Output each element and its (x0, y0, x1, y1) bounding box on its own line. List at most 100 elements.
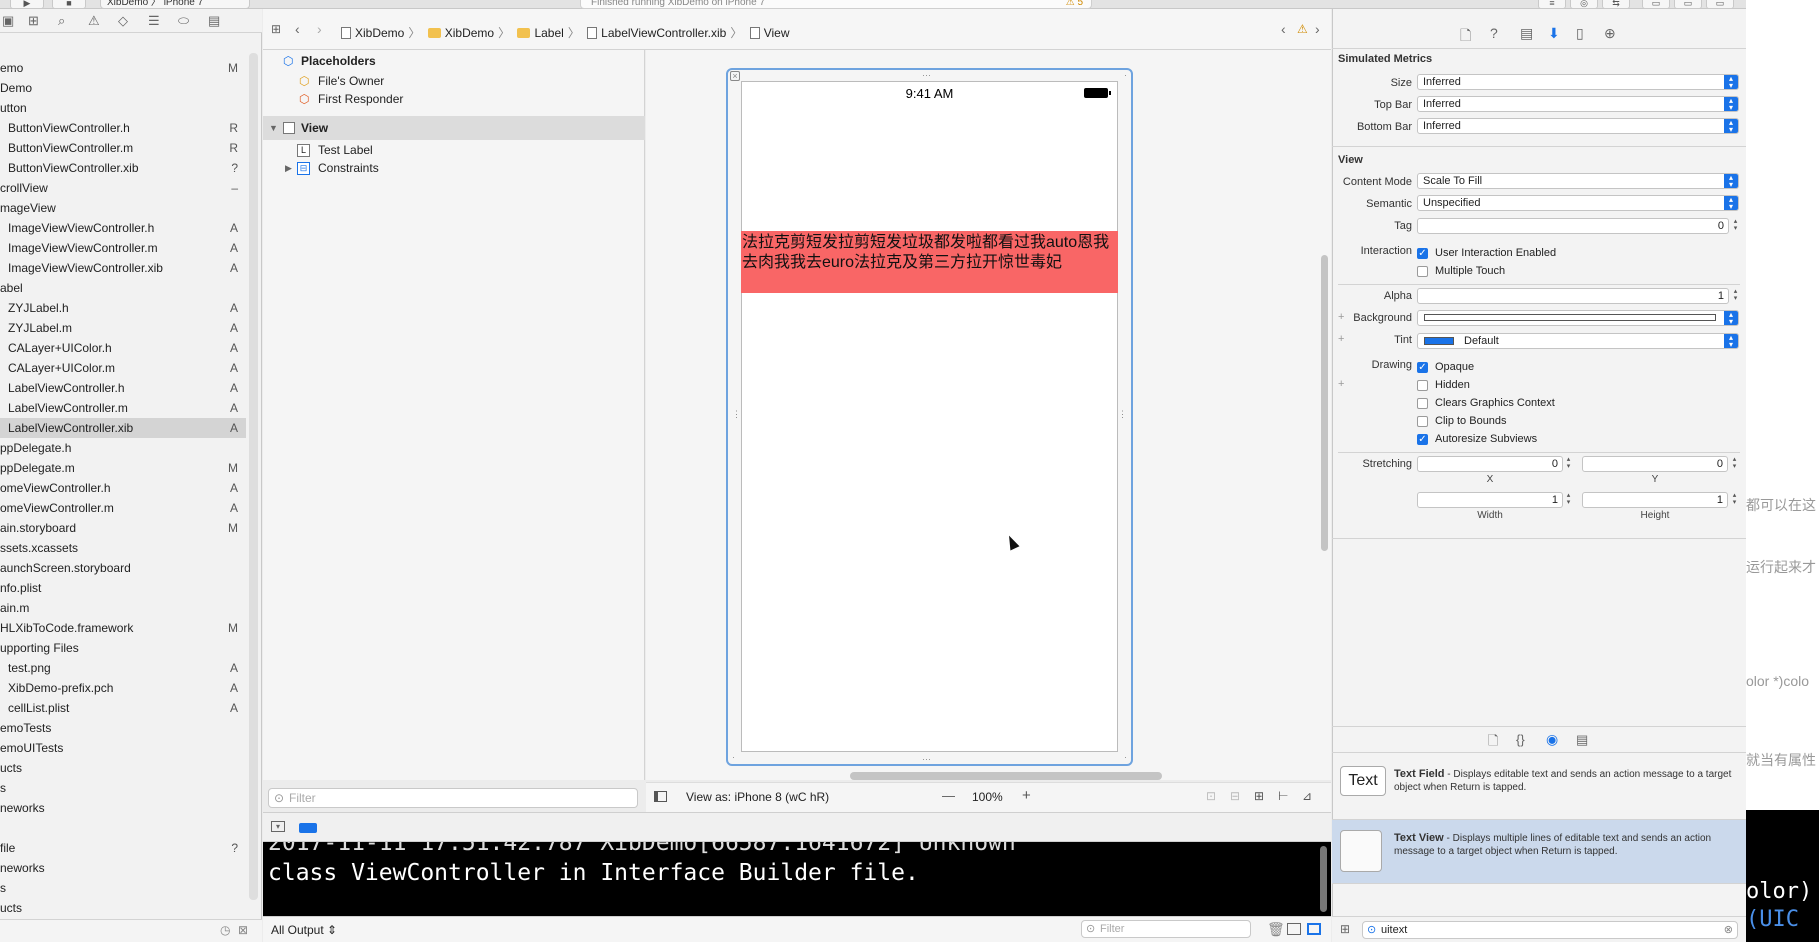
toggle-inspector-button[interactable]: ▭ (1706, 0, 1734, 9)
breadcrumb-group[interactable]: XibDemo (427, 26, 494, 40)
navigator-item[interactable]: ButtonViewController.xib? (0, 158, 246, 178)
file-template-icon[interactable]: 🗋 (1488, 732, 1498, 754)
semantic-popup[interactable]: Unspecified ▴ ▾ (1417, 195, 1739, 211)
alpha-field[interactable]: 1 (1417, 288, 1729, 304)
breadcrumb-label-group[interactable]: Label (517, 26, 564, 40)
zoom-in-button[interactable]: + (1022, 787, 1031, 804)
navigator-item[interactable]: ImageViewViewController.xib A (0, 258, 246, 278)
outline-filter-input[interactable]: ⊙ Filter (268, 788, 638, 808)
recent-files-icon[interactable]: ◷ (220, 923, 230, 937)
stretch-height-stepper[interactable]: ▴ ▾ (1730, 492, 1739, 508)
outline-placeholders[interactable]: ⬡ Placeholders (263, 51, 645, 71)
navigator-item[interactable] (0, 818, 246, 838)
report-icon[interactable]: ▤ (208, 13, 220, 29)
media-library-icon[interactable]: ▤ (1576, 732, 1588, 748)
navigator-item[interactable]: ppDelegate.h (0, 438, 246, 458)
grid-view-icon[interactable]: ⊞ (1340, 922, 1350, 936)
navigator-item[interactable]: ImageViewViewController.h A (0, 218, 246, 238)
console-output[interactable]: 2017-11-11 17:51:42.787 XibDemo[66587:16… (263, 842, 1331, 916)
navigator-item[interactable]: LabelViewController.h A (0, 378, 246, 398)
source-control-icon[interactable]: ⊞ (28, 13, 39, 29)
forward-icon[interactable]: › (317, 21, 322, 37)
breadcrumb-view[interactable]: View (749, 26, 790, 40)
navigator-item[interactable]: ButtonViewController.h R (0, 118, 246, 138)
test-label[interactable]: 法拉克剪短发拉剪短发垃圾都发啦都看过我auto恩我去肉我我去euro法拉克及第三… (741, 231, 1118, 293)
navigator-item[interactable]: ssets.xcassets (0, 538, 246, 558)
canvas-horizontal-scrollbar[interactable] (850, 772, 1162, 780)
navigator-item[interactable]: omeViewController.h A (0, 478, 246, 498)
navigator-item[interactable]: file? (0, 838, 246, 858)
embed-stack-icon[interactable]: ⊟ (1230, 789, 1240, 803)
tint-color-popup[interactable]: Default ▴ ▾ (1417, 333, 1739, 349)
code-snippet-icon[interactable]: {} (1516, 732, 1525, 747)
close-icon[interactable]: × (730, 71, 740, 81)
navigator-item[interactable]: ImageViewViewController.m A (0, 238, 246, 258)
breakpoint-icon[interactable]: ⬭ (178, 13, 189, 29)
warning-icon[interactable]: ⚠ 5 (1066, 0, 1083, 8)
navigator-item[interactable]: utton (0, 98, 246, 118)
related-items-icon[interactable]: ⊞ (271, 22, 281, 36)
hidden-checkbox[interactable] (1417, 380, 1428, 391)
zoom-out-button[interactable]: — (942, 788, 955, 803)
resolve-issues-icon[interactable]: ⊿ (1302, 789, 1312, 803)
output-selector[interactable]: All Output ⇕ (271, 923, 337, 937)
library-item[interactable]: Text View - Displays multiple lines of e… (1332, 820, 1746, 884)
user-interaction-checkbox[interactable]: ✓ (1417, 248, 1428, 259)
outline-first-responder[interactable]: ⬡ First Responder (263, 89, 645, 109)
device-screen[interactable] (741, 81, 1118, 752)
editor-assistant-button[interactable]: ◎ (1570, 0, 1598, 9)
resize-handle-bottom[interactable]: ··· (922, 755, 931, 764)
stretch-height-field[interactable]: 1 (1582, 492, 1728, 508)
size-popup[interactable]: Inferred ▴ ▾ (1417, 74, 1739, 90)
top-bar-popup[interactable]: Inferred ▴ ▾ (1417, 96, 1739, 112)
disclosure-open-icon[interactable]: ▼ (269, 116, 278, 140)
navigator-item[interactable]: ppDelegate.m M (0, 458, 246, 478)
clip-bounds-checkbox[interactable] (1417, 416, 1428, 427)
alpha-stepper[interactable]: ▴ ▾ (1731, 288, 1740, 304)
scheme-selector[interactable]: XibDemo 〉 iPhone 7 (100, 0, 250, 9)
navigator-item[interactable]: upporting Files (0, 638, 246, 658)
tag-stepper[interactable]: ▴ ▾ (1731, 218, 1740, 234)
navigator-item[interactable]: emoTests (0, 718, 246, 738)
navigator-item[interactable]: neworks (0, 858, 246, 878)
stretch-width-field[interactable]: 1 (1417, 492, 1563, 508)
previous-issue-icon[interactable]: ‹ (1281, 21, 1286, 37)
navigator-item[interactable]: abel (0, 278, 246, 298)
stretch-x-field[interactable]: 0 (1417, 456, 1563, 472)
variables-view-icon[interactable] (1287, 923, 1301, 935)
navigator-item[interactable]: aunchScreen.storyboard (0, 558, 246, 578)
background-color-popup[interactable]: ▴ ▾ (1417, 310, 1739, 326)
toggle-navigator-button[interactable]: ▭ (1642, 0, 1670, 9)
resize-handle-top-right[interactable]: · (1124, 71, 1127, 80)
quick-help-icon[interactable]: ? (1490, 25, 1498, 41)
run-button[interactable]: ▶ (10, 0, 44, 9)
navigator-item[interactable]: emo M (0, 58, 246, 78)
debug-icon[interactable]: ☰ (148, 13, 160, 29)
update-frames-icon[interactable]: ⊡ (1206, 789, 1216, 803)
tag-field[interactable]: 0 (1417, 218, 1729, 234)
navigator-item[interactable]: cellList.plist A (0, 698, 246, 718)
breadcrumb-project[interactable]: XibDemo (341, 26, 404, 40)
navigator-item[interactable]: ucts (0, 898, 246, 918)
navigator-item[interactable]: crollView – (0, 178, 246, 198)
navigator-item[interactable]: nfo.plist (0, 578, 246, 598)
resize-handle-top[interactable]: ··· (922, 71, 931, 80)
opaque-checkbox[interactable]: ✓ (1417, 362, 1428, 373)
navigator-item[interactable]: XibDemo-prefix.pch A (0, 678, 246, 698)
align-icon[interactable]: ⊞ (1254, 789, 1264, 803)
issue-icon[interactable]: ⚠ (88, 13, 100, 29)
next-issue-icon[interactable]: › (1315, 21, 1320, 37)
breadcrumb-xib[interactable]: LabelViewController.xib (587, 26, 726, 40)
resize-handle-left[interactable]: ⋮ (732, 410, 741, 419)
navigator-item[interactable]: neworks (0, 798, 246, 818)
console-view-icon[interactable] (1307, 923, 1321, 935)
navigator-item[interactable]: LabelViewController.m A (0, 398, 246, 418)
navigator-item[interactable]: s (0, 878, 246, 898)
editor-standard-button[interactable]: ≡ (1538, 0, 1566, 9)
navigator-item[interactable]: emoUITests (0, 738, 246, 758)
toggle-outline-icon[interactable] (654, 791, 667, 802)
resize-handle-bottom-left[interactable]: · (732, 753, 735, 762)
library-search-input[interactable]: ⊙ uitext ⊗ (1362, 921, 1738, 939)
bottom-bar-popup[interactable]: Inferred ▴ ▾ (1417, 118, 1739, 134)
navigator-item[interactable]: ZYJLabel.m A (0, 318, 246, 338)
